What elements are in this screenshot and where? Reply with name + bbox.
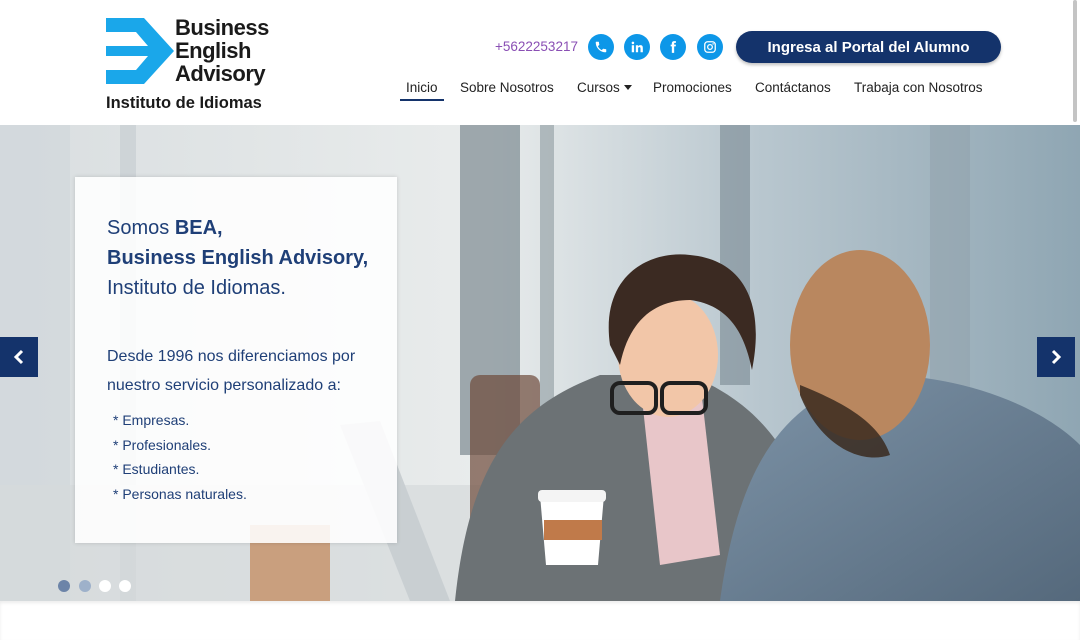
nav-cursos[interactable]: Cursos	[577, 80, 632, 95]
facebook-icon[interactable]	[660, 34, 686, 60]
carousel-indicator-1[interactable]	[58, 580, 70, 592]
nav-inicio[interactable]: Inicio	[400, 80, 444, 101]
hero-list: * Empresas. * Profesionales. * Estudiant…	[113, 408, 247, 506]
instagram-icon[interactable]	[697, 34, 723, 60]
logo-word-3: Advisory	[175, 61, 266, 86]
carousel-indicator-3[interactable]	[99, 580, 111, 592]
linkedin-icon[interactable]	[624, 34, 650, 60]
chevron-left-icon	[13, 349, 24, 365]
nav-cursos-label: Cursos	[577, 80, 620, 95]
carousel-indicator-4[interactable]	[119, 580, 131, 592]
hero-heading-bold1: BEA,	[174, 217, 223, 239]
hero-heading-bold2: Business English Advisory,	[107, 247, 369, 269]
list-item: * Profesionales.	[113, 436, 212, 453]
hero-carousel: Somos BEA, Business English Advisory, Ins…	[0, 125, 1080, 601]
portal-alumno-button[interactable]: Ingresa al Portal del Alumno	[736, 31, 1001, 63]
page: Business English Advisory Instituto de I…	[0, 0, 1080, 640]
carousel-indicator-2[interactable]	[79, 580, 91, 592]
nav-trabaja-con-nosotros[interactable]: Trabaja con Nosotros	[854, 80, 983, 95]
hero-text-card: Somos BEA, Business English Advisory, Ins…	[75, 177, 397, 543]
hero-paragraph: Desde 1996 nos diferenciamos por nuestro…	[107, 348, 356, 394]
chevron-down-icon	[623, 85, 632, 90]
hero-heading-pre: Somos	[107, 217, 175, 239]
logo-word-1: Business	[175, 15, 269, 40]
nav-promociones[interactable]: Promociones	[653, 80, 732, 95]
site-header: Business English Advisory Instituto de I…	[0, 0, 1080, 125]
logo-arrow-icon	[106, 18, 174, 84]
phone-icon[interactable]	[588, 34, 614, 60]
below-hero-area	[0, 601, 1080, 640]
nav-contactanos[interactable]: Contáctanos	[755, 80, 831, 95]
list-item: * Estudiantes.	[113, 461, 200, 477]
logo-word-2: English	[175, 38, 251, 63]
list-item: * Personas naturales.	[113, 485, 247, 502]
chevron-right-icon	[1051, 349, 1062, 365]
carousel-prev-button[interactable]	[0, 337, 38, 377]
logo[interactable]: Business English Advisory Instituto de I…	[105, 16, 285, 114]
list-item: * Empresas.	[113, 412, 190, 428]
nav-sobre-nosotros[interactable]: Sobre Nosotros	[460, 80, 554, 95]
logo-subtitle: Instituto de Idiomas	[106, 94, 262, 112]
hero-heading: Somos BEA, Business English Advisory, Ins…	[107, 213, 377, 303]
carousel-next-button[interactable]	[1037, 337, 1075, 377]
hero-heading-post: Instituto de Idiomas.	[107, 277, 286, 299]
scrollbar[interactable]	[1073, 0, 1077, 122]
phone-number[interactable]: +5622253217	[495, 39, 578, 54]
